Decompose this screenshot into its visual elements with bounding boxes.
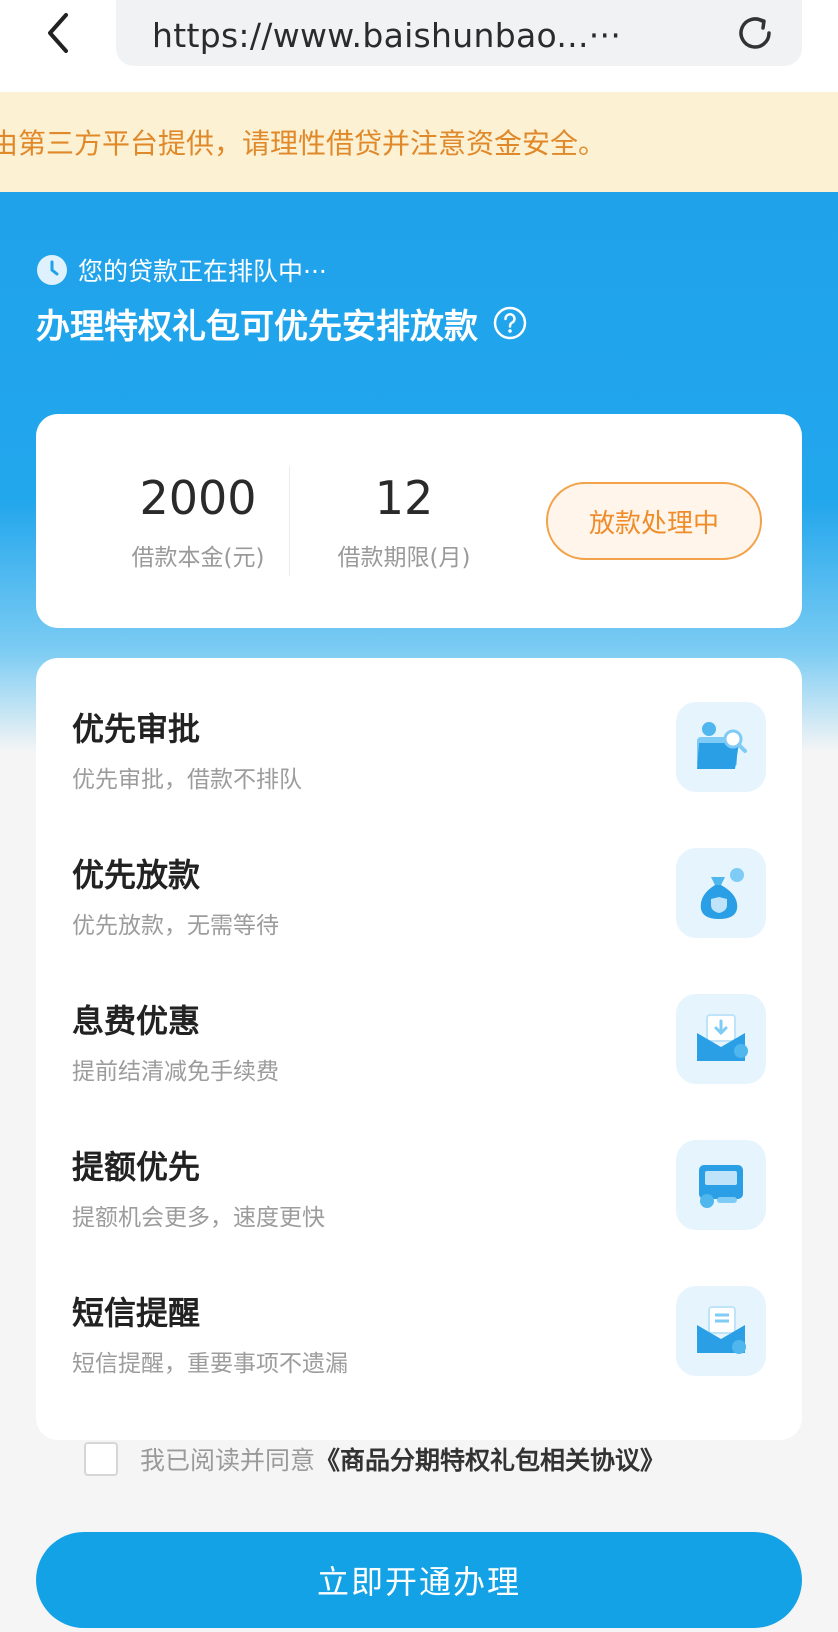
back-button[interactable]: [38, 8, 78, 58]
queue-text: 您的贷款正在排队中···: [78, 257, 327, 286]
url-text: https://www.baishunbao...···: [152, 16, 622, 55]
feature-desc: 短信提醒，重要事项不遗漏: [72, 1351, 348, 1377]
question-circle-icon: [493, 306, 527, 340]
envelope-coin-icon: [676, 994, 766, 1084]
loan-summary-card: 2000 借款本金(元) 12 借款期限(月) 放款处理中: [36, 414, 802, 628]
status-badge[interactable]: 放款处理中: [546, 482, 762, 560]
feature-desc: 优先放款，无需等待: [72, 913, 279, 939]
card-coin-icon: [676, 1140, 766, 1230]
principal-value: 2000: [139, 471, 257, 525]
agreement-row: 我已阅读并同意 《商品分期特权礼包相关协议》: [84, 1440, 665, 1478]
message-coin-icon: [676, 1286, 766, 1376]
hero-title: 办理特权礼包可优先安排放款: [36, 300, 528, 347]
feature-title: 优先放款: [72, 856, 201, 894]
feature-desc: 优先审批，借款不排队: [72, 767, 302, 793]
feature-desc: 提额机会更多，速度更快: [72, 1205, 325, 1231]
folder-search-icon: [676, 702, 766, 792]
list-item: 优先放款 优先放款，无需等待: [36, 804, 802, 956]
feature-desc: 提前结清减免手续费: [72, 1059, 279, 1085]
privilege-features-card: 优先审批 优先审批，借款不排队 优先放款 优先放款，无需等待 息费优惠 提前结清…: [36, 658, 802, 1440]
agreement-text: 我已阅读并同意: [140, 1446, 316, 1475]
feature-title: 提额优先: [72, 1148, 201, 1186]
term-label: 借款期限(月): [337, 545, 471, 571]
list-item: 息费优惠 提前结清减免手续费: [36, 950, 802, 1102]
help-button[interactable]: [492, 305, 528, 341]
address-bar[interactable]: https://www.baishunbao...···: [116, 0, 802, 66]
agreement-link[interactable]: 《商品分期特权礼包相关协议》: [315, 1441, 665, 1477]
reload-icon: [739, 17, 771, 49]
feature-title: 短信提醒: [72, 1294, 201, 1332]
list-item: 提额优先 提额机会更多，速度更快: [36, 1096, 802, 1248]
queue-status: 您的贷款正在排队中···: [36, 254, 327, 286]
risk-notice-banner: 由第三方平台提供，请理性借贷并注意资金安全。: [0, 92, 838, 192]
page-title: 办理特权礼包可优先安排放款: [36, 306, 478, 347]
feature-title: 优先审批: [72, 710, 201, 748]
list-item: 优先审批 优先审批，借款不排队: [36, 658, 802, 810]
activate-button[interactable]: 立即开通办理: [36, 1532, 802, 1628]
principal-label: 借款本金(元): [131, 545, 265, 571]
agreement-checkbox[interactable]: [84, 1442, 118, 1476]
chevron-left-icon: [48, 13, 68, 53]
term-stat: 12 借款期限(月): [304, 470, 504, 572]
browser-toolbar: https://www.baishunbao...···: [0, 0, 838, 92]
clock-icon: [37, 255, 67, 285]
money-bag-icon: [676, 848, 766, 938]
feature-title: 息费优惠: [72, 1002, 201, 1040]
stat-divider: [289, 466, 290, 576]
term-value: 12: [374, 471, 434, 525]
notice-text: 由第三方平台提供，请理性借贷并注意资金安全。: [0, 127, 607, 160]
list-item: 短信提醒 短信提醒，重要事项不遗漏: [36, 1242, 802, 1394]
reload-button[interactable]: [728, 8, 782, 58]
principal-stat: 2000 借款本金(元): [98, 470, 298, 572]
